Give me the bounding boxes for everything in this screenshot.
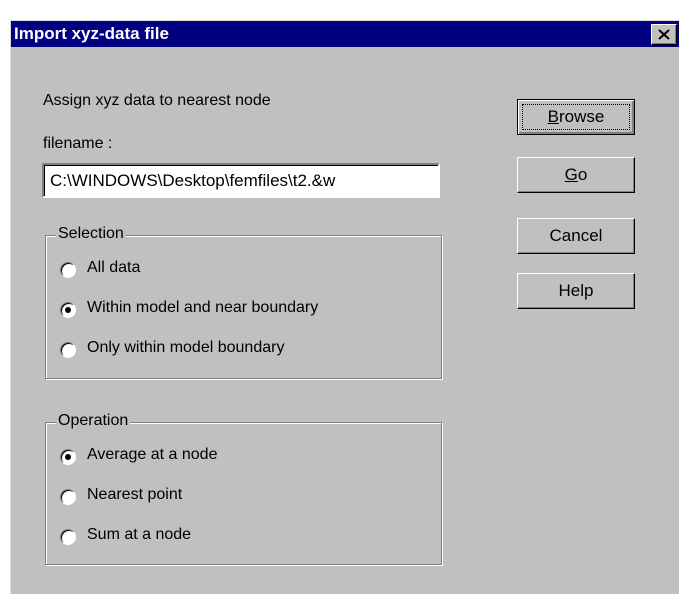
focus-rectangle: [522, 104, 630, 130]
close-button[interactable]: [651, 24, 677, 45]
radio-button[interactable]: [60, 342, 76, 358]
radio-label: Within model and near boundary: [87, 299, 319, 316]
browse-button[interactable]: Browse: [517, 99, 635, 135]
go-label: o: [577, 165, 588, 184]
radio-label: Only within model boundary: [87, 339, 285, 356]
filename-input[interactable]: [42, 163, 440, 198]
title-bar[interactable]: Import xyz-data file: [11, 21, 679, 47]
cancel-button[interactable]: Cancel: [517, 218, 635, 254]
radio-label: All data: [87, 259, 141, 276]
radio-button[interactable]: [60, 529, 76, 545]
operation-group: Operation Average at a node Nearest poin…: [45, 412, 442, 565]
radio-label: Sum at a node: [87, 526, 192, 543]
operation-group-label: Operation: [56, 412, 131, 430]
radio-button[interactable]: [60, 489, 76, 505]
selection-group: Selection All data Within model and near…: [45, 225, 442, 379]
selection-group-label: Selection: [56, 225, 126, 243]
description-label: Assign xyz data to nearest node: [43, 92, 271, 109]
window-title: Import xyz-data file: [14, 24, 169, 43]
radio-button[interactable]: [60, 302, 76, 318]
help-button[interactable]: Help: [517, 273, 635, 309]
close-icon: [658, 29, 670, 40]
radio-label: Nearest point: [87, 486, 183, 503]
import-xyz-dialog: Import xyz-data file Assign xyz data to …: [10, 20, 679, 594]
radio-label: Average at a node: [87, 446, 218, 463]
radio-button[interactable]: [60, 449, 76, 465]
go-mnemonic: G: [564, 165, 578, 184]
go-button[interactable]: Go: [517, 157, 635, 193]
filename-label: filename :: [43, 135, 113, 152]
radio-button[interactable]: [60, 262, 76, 278]
